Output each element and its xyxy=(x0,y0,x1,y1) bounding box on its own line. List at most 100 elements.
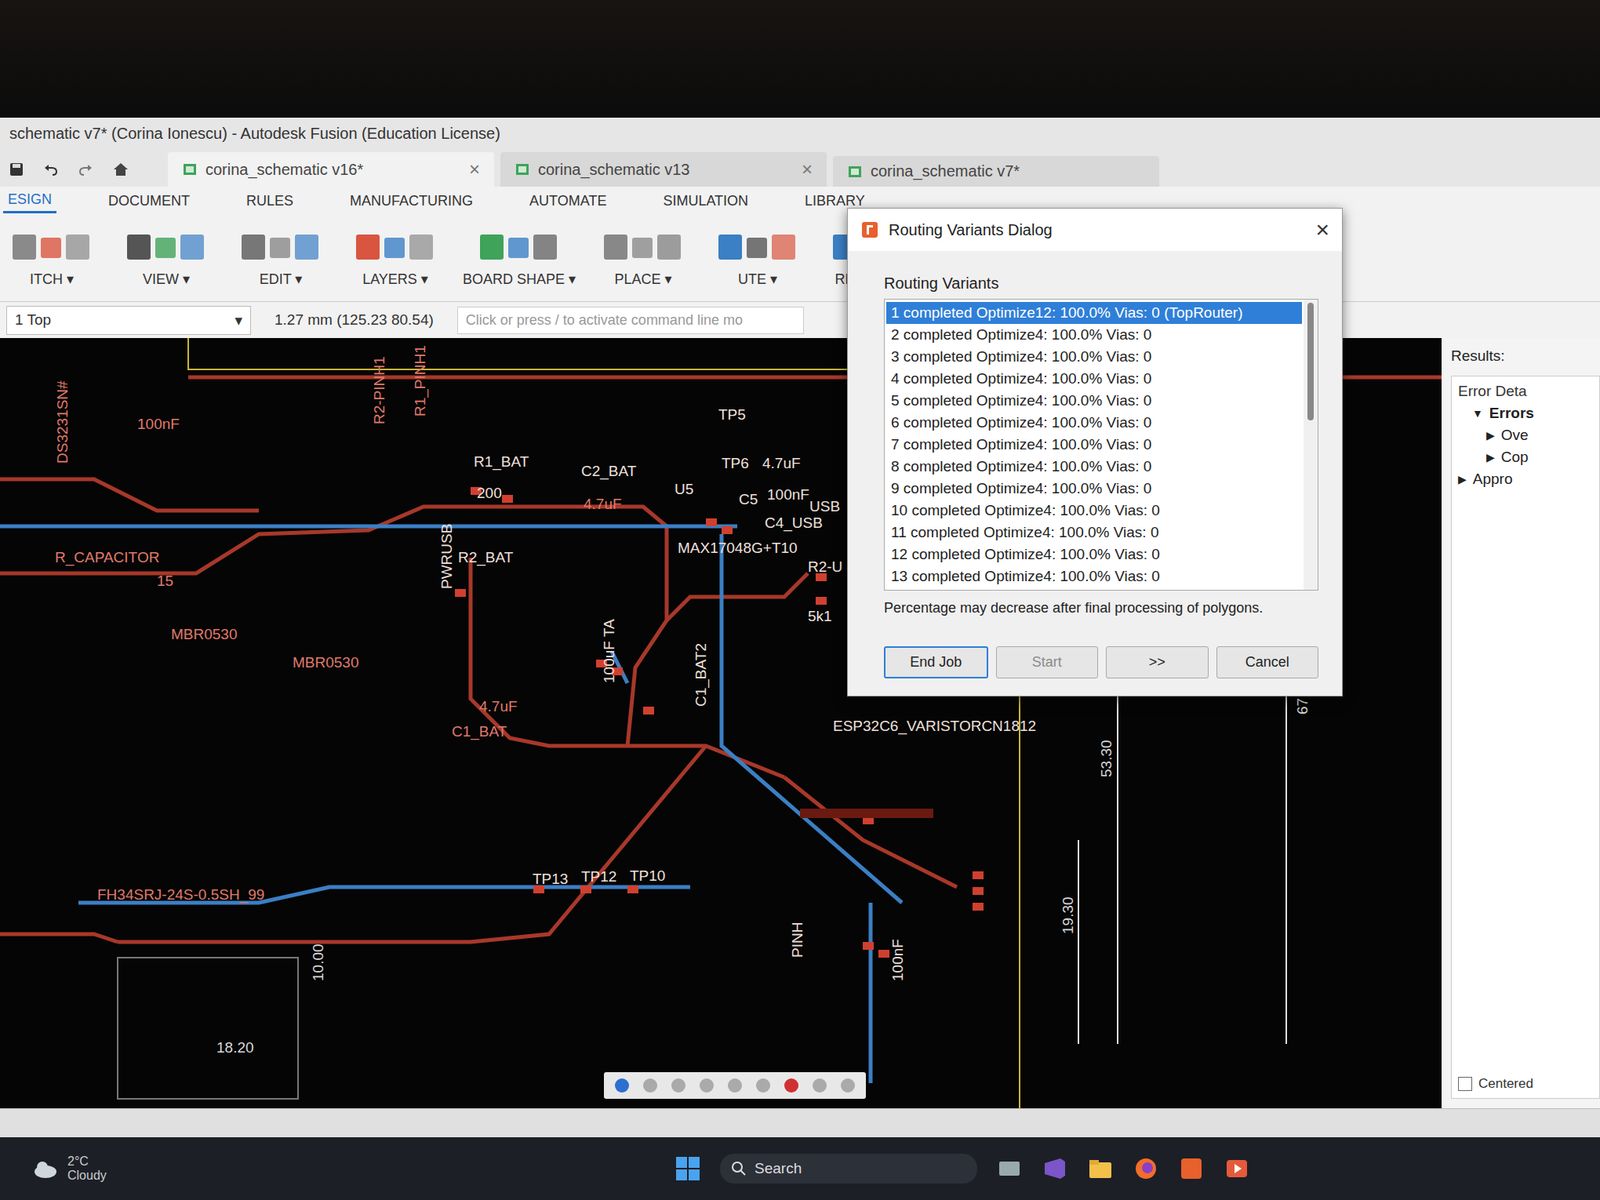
tree-node[interactable]: ▼Errors xyxy=(1451,404,1600,422)
document-tab[interactable]: corina_schematic v16* × xyxy=(167,152,495,187)
board-label: 19.30 xyxy=(1060,896,1077,935)
centered-checkbox[interactable] xyxy=(1458,1076,1473,1091)
windows-start-icon[interactable] xyxy=(674,1155,702,1182)
variant-row[interactable]: 4 completed Optimize4: 100.0% Vias: 0 xyxy=(886,367,1302,390)
variant-row[interactable]: 1 completed Optimize12: 100.0% Vias: 0 (… xyxy=(886,301,1302,324)
board-label: R2-PINH1 xyxy=(371,356,389,425)
view-tool-icon[interactable] xyxy=(781,1075,802,1096)
variant-row[interactable]: 10 completed Optimize4: 100.0% Vias: 0 xyxy=(886,499,1302,522)
variant-row[interactable]: 2 completed Optimize4: 100.0% Vias: 0 xyxy=(886,323,1302,346)
view-tool-icon[interactable] xyxy=(668,1075,689,1096)
ribbon-tab[interactable]: RULES xyxy=(241,189,299,213)
tool-group[interactable]: ITCH ▾ xyxy=(4,228,99,288)
dialog-button[interactable]: Start xyxy=(996,646,1099,679)
undo-icon[interactable] xyxy=(42,160,60,179)
document-tab[interactable]: corina_schematic v13× xyxy=(500,152,827,187)
board-label: 4.7uF xyxy=(479,698,518,716)
layer-select[interactable]: 1 Top▾ xyxy=(6,305,251,335)
variant-row[interactable]: 11 completed Optimize4: 100.0% Vias: 0 xyxy=(886,521,1302,544)
ribbon-tab[interactable]: DOCUMENT xyxy=(103,189,195,213)
redo-icon[interactable] xyxy=(76,160,95,179)
task-view-icon[interactable] xyxy=(996,1155,1023,1182)
tool-icon xyxy=(233,228,328,266)
dropdown-arrow: ▾ xyxy=(234,311,243,330)
dialog-button[interactable]: Cancel xyxy=(1216,646,1320,679)
view-tool-icon[interactable] xyxy=(724,1075,746,1096)
pcb-file-icon xyxy=(181,161,198,178)
variant-row[interactable]: 5 completed Optimize4: 100.0% Vias: 0 xyxy=(886,389,1302,412)
pcb-file-icon xyxy=(847,163,863,180)
board-label: 200 xyxy=(476,485,502,502)
media-player-icon[interactable] xyxy=(1223,1155,1251,1182)
taskbar-search[interactable]: Search xyxy=(720,1153,978,1184)
cursor-coordinates: 1.27 mm (125.23 80.54) xyxy=(274,311,434,329)
variant-row[interactable]: 13 completed Optimize4: 100.0% Vias: 0 xyxy=(886,565,1302,588)
visual-studio-icon[interactable] xyxy=(1041,1155,1069,1182)
ribbon-tab[interactable]: AUTOMATE xyxy=(524,189,611,213)
ribbon-tab[interactable]: SIMULATION xyxy=(658,189,753,213)
board-label: 100nF xyxy=(137,416,180,433)
view-tool-icon[interactable] xyxy=(696,1075,717,1096)
weather-widget[interactable]: 2°CCloudy xyxy=(31,1154,107,1183)
variants-list: 1 completed Optimize12: 100.0% Vias: 0 (… xyxy=(883,298,1319,591)
view-tool-icon[interactable] xyxy=(752,1075,774,1096)
tool-group[interactable]: UTE ▾ xyxy=(710,228,805,288)
board-label: R1_BAT xyxy=(473,454,529,471)
tree-node[interactable]: ▶Ove xyxy=(1451,426,1600,444)
tool-group[interactable]: VIEW ▾ xyxy=(119,228,214,288)
dialog-button[interactable]: >> xyxy=(1105,646,1209,679)
firefox-icon[interactable] xyxy=(1132,1155,1160,1182)
tool-group[interactable]: BOARD SHAPE ▾ xyxy=(462,228,576,288)
tree-label: Appro xyxy=(1472,470,1513,488)
variant-row[interactable]: 12 completed Optimize4: 100.0% Vias: 0 xyxy=(886,543,1302,566)
view-toolbar xyxy=(603,1072,866,1099)
dialog-title-bar: Routing Variants Dialog× xyxy=(847,208,1342,251)
view-tool-icon[interactable] xyxy=(611,1075,633,1096)
fusion-icon[interactable] xyxy=(1178,1155,1205,1182)
ribbon-tab[interactable]: MANUFACTURING xyxy=(345,189,478,213)
tool-group[interactable]: PLACE ▾ xyxy=(596,228,691,288)
error-details: Error Deta▼Errors▶Ove▶Cop▶ApproCentered xyxy=(1450,375,1600,1099)
centered-option[interactable]: Centered xyxy=(1451,1069,1600,1099)
tree-label: Cop xyxy=(1501,448,1529,466)
tool-icon xyxy=(119,228,214,266)
list-title: Routing Variants xyxy=(883,274,1319,293)
close-tab-button[interactable]: × xyxy=(801,158,813,181)
ribbon-tab[interactable]: ESIGN xyxy=(3,188,57,214)
tool-group[interactable]: EDIT ▾ xyxy=(233,228,328,288)
close-tab-button[interactable]: × xyxy=(469,158,480,181)
tree-node[interactable]: ▶ Cop xyxy=(1451,448,1600,466)
tree-toggle[interactable]: ▶ xyxy=(1486,426,1495,444)
dialog-close-button[interactable]: × xyxy=(1315,218,1330,242)
board-label: 4.7uF xyxy=(583,496,622,513)
tree-toggle[interactable]: ▶ xyxy=(1486,448,1495,466)
board-label: TP5 xyxy=(718,407,746,424)
board-label: 100nF xyxy=(890,938,907,982)
dialog-button[interactable]: End Job xyxy=(883,646,989,679)
board-label: TP6 xyxy=(721,455,750,473)
home-icon[interactable] xyxy=(111,160,131,179)
variant-row[interactable]: 3 completed Optimize4: 100.0% Vias: 0 xyxy=(886,345,1302,368)
screen: schematic v7* (Corina Ionescu) - Autodes… xyxy=(0,0,1600,1200)
tree-node[interactable]: ▶ Appro xyxy=(1451,470,1600,488)
tool-group[interactable]: LAYERS ▾ xyxy=(348,228,443,288)
monitor-bezel xyxy=(0,0,1600,118)
view-tool-icon[interactable] xyxy=(809,1075,830,1096)
tree-toggle[interactable]: ▶ xyxy=(1458,470,1467,488)
document-tab[interactable]: corina_schematic v7* xyxy=(832,156,1160,187)
view-tool-icon[interactable] xyxy=(640,1075,661,1096)
tool-group-label: BOARD SHAPE ▾ xyxy=(462,270,576,288)
tree-toggle[interactable]: ▼ xyxy=(1472,404,1484,422)
variant-row[interactable]: 9 completed Optimize4: 100.0% Vias: 0 xyxy=(886,477,1302,500)
list-scrollbar[interactable] xyxy=(1303,299,1318,590)
variant-row[interactable]: 7 completed Optimize4: 100.0% Vias: 0 xyxy=(886,433,1302,456)
variant-row[interactable]: 6 completed Optimize4: 100.0% Vias: 0 xyxy=(886,411,1302,434)
command-line-input[interactable]: Click or press / to activate command lin… xyxy=(457,306,804,335)
document-tab-label: corina_schematic v16* xyxy=(205,160,364,179)
variant-row[interactable]: 8 completed Optimize4: 100.0% Vias: 0 xyxy=(886,455,1302,478)
board-label: MBR0530 xyxy=(170,626,238,644)
file-explorer-icon[interactable] xyxy=(1087,1155,1114,1182)
save-icon[interactable] xyxy=(7,160,26,179)
board-label: 53.30 xyxy=(1098,739,1116,778)
view-tool-icon[interactable] xyxy=(837,1075,859,1096)
